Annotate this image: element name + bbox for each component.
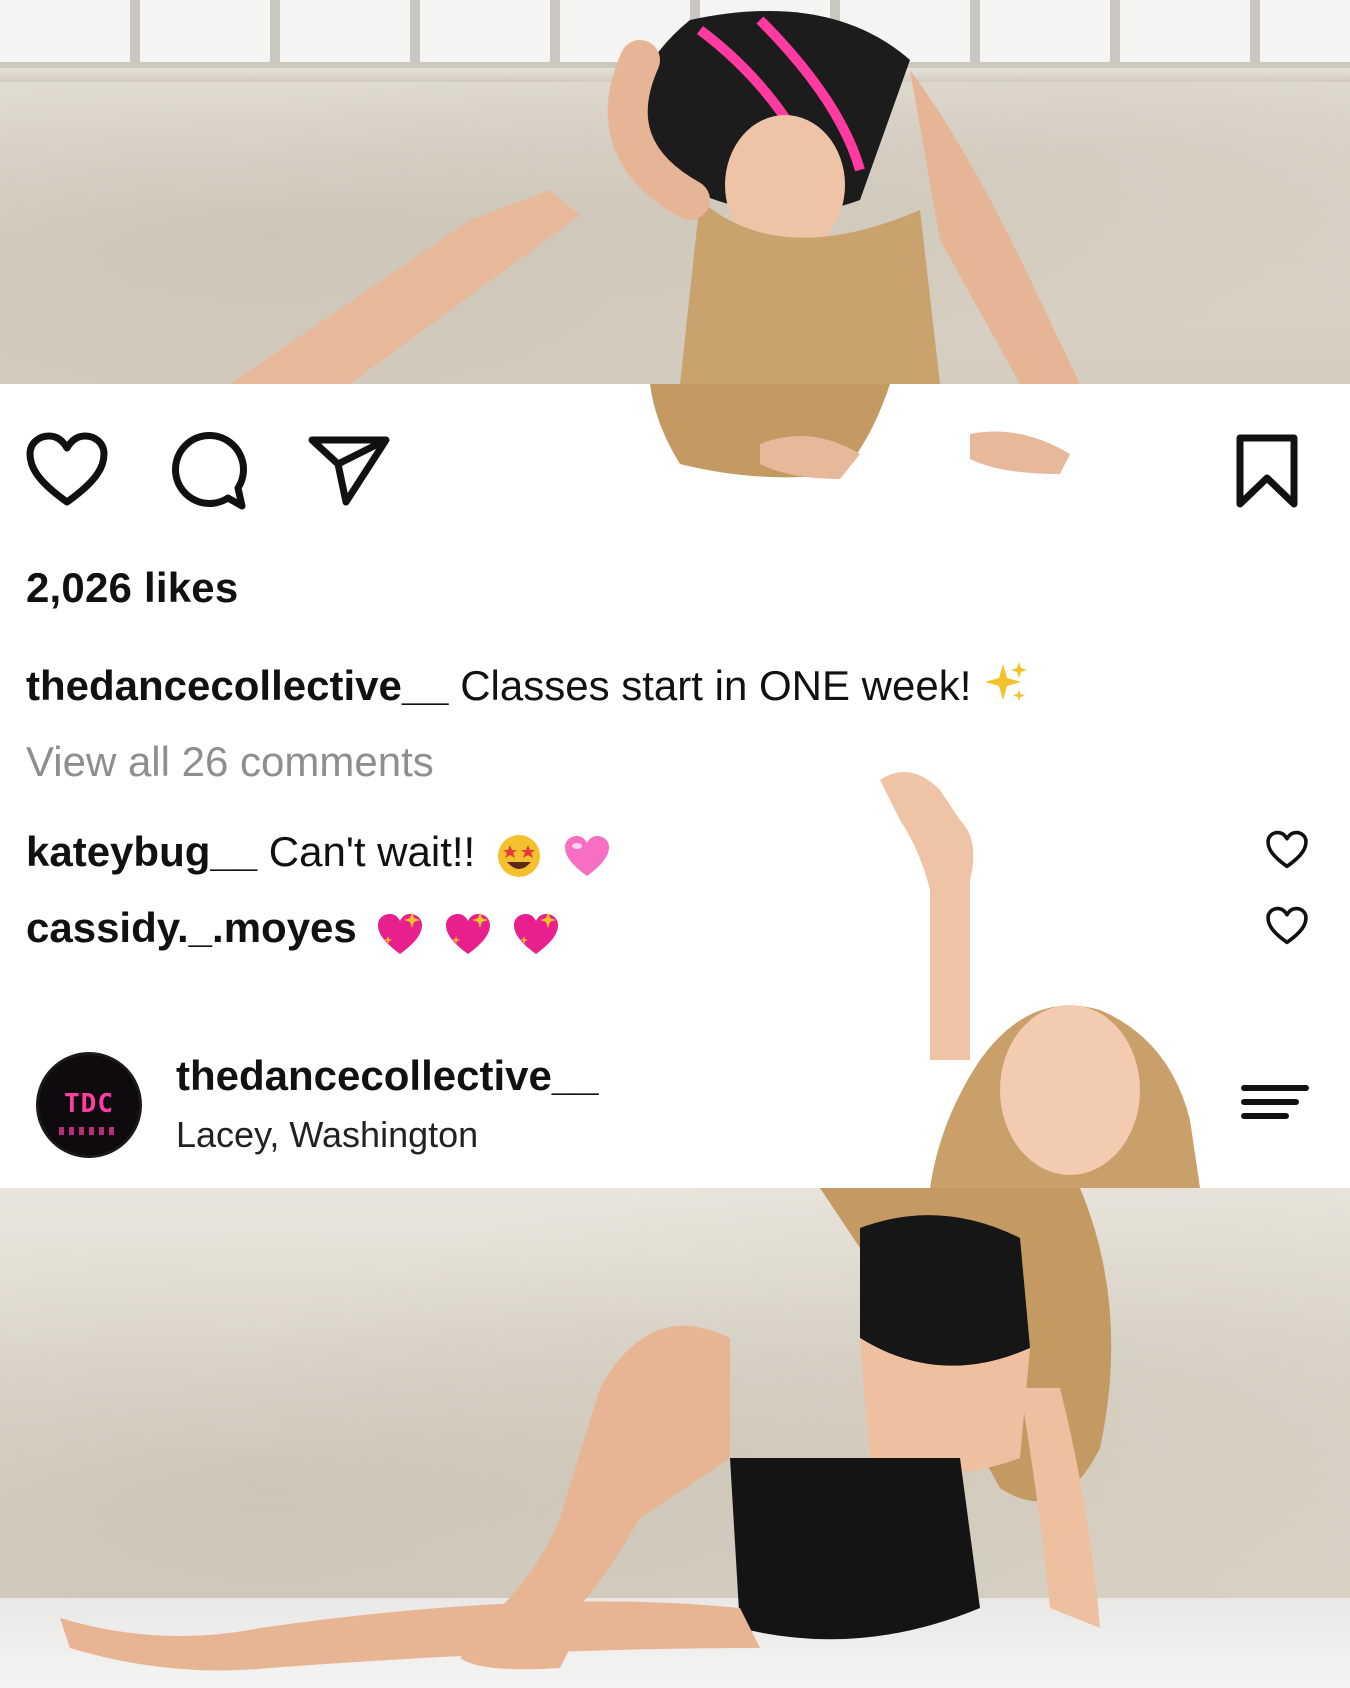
comment-like-button[interactable] [1266,906,1308,946]
view-all-comments-link[interactable]: View all 26 comments [26,738,434,786]
top-post-photo[interactable] [0,0,1350,384]
avatar-logo-text: TDC [64,1089,114,1119]
sparkling-heart-icon [378,911,423,954]
profile-avatar[interactable]: TDC [36,1052,142,1158]
sparkling-heart-icon [513,911,558,954]
share-button[interactable] [308,434,390,506]
star-struck-face-icon [497,835,540,878]
comment-row: kateybug__ Can't wait!! [26,828,619,880]
profile-location[interactable]: Lacey, Washington [176,1114,478,1156]
pink-heart-icon [564,836,609,877]
like-button[interactable] [26,432,108,508]
avatar-logo-decoration [59,1127,119,1135]
comment-like-button[interactable] [1266,830,1308,870]
profile-username[interactable]: thedancecollective__ [176,1052,599,1100]
dancer-seated-figure [60,1188,1112,1671]
post-caption: thedancecollective__ Classes start in ON… [26,660,1029,710]
dancer-arm-overflow [880,772,1200,1188]
sparkles-icon [985,662,1028,701]
bookmark-icon [1236,434,1298,508]
sparkling-heart-icon [446,911,491,954]
bottom-post-photo[interactable] [0,1188,1350,1688]
comment-row: cassidy._.moyes [26,904,568,956]
comment-emojis [376,906,567,956]
comment-emojis [495,829,619,880]
dancer-hair-overflow [650,384,1070,479]
menu-lines-icon [1241,1085,1309,1119]
heart-icon [1266,906,1308,945]
heart-icon [26,432,108,506]
comment-username[interactable]: kateybug__ [26,828,257,875]
caption-text: Classes start in ONE week! [448,662,984,709]
comment-button[interactable] [166,432,248,512]
comment-username[interactable]: cassidy._.moyes [26,904,357,951]
comment-bubble-icon [172,432,247,510]
paper-plane-icon [308,436,390,506]
caption-username[interactable]: thedancecollective__ [26,662,449,709]
heart-icon [1266,830,1308,869]
dancer-bridge-figure [230,11,1080,384]
save-button[interactable] [1234,434,1300,508]
comment-text: Can't wait!! [257,828,476,875]
more-options-button[interactable] [1240,1082,1310,1122]
likes-count[interactable]: 2,026 likes [26,564,238,612]
